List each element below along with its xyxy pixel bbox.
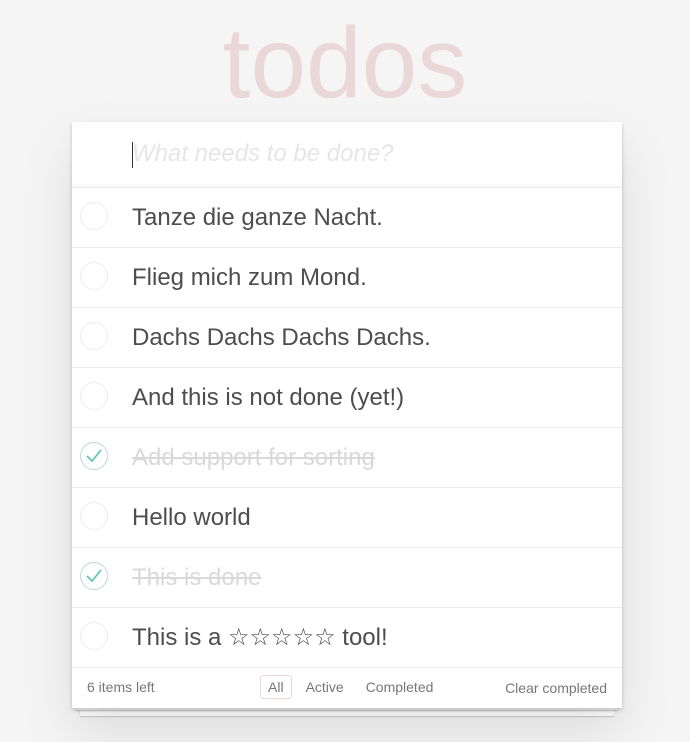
filter-completed[interactable]: Completed	[358, 675, 442, 699]
todo-item-completed: Add support for sorting	[72, 428, 622, 488]
todo-toggle-checkbox[interactable]	[80, 262, 108, 290]
todo-toggle-checkbox[interactable]	[80, 322, 108, 350]
app-title: todos	[222, 7, 468, 119]
todo-footer: 6 items left All Active Completed Clear …	[72, 668, 622, 708]
todo-label[interactable]: And this is not done (yet!)	[132, 384, 404, 412]
todo-label[interactable]: Flieg mich zum Mond.	[132, 264, 367, 292]
todo-item: Flieg mich zum Mond.	[72, 248, 622, 308]
new-todo-row	[72, 122, 622, 188]
todo-label[interactable]: Tanze die ganze Nacht.	[132, 204, 383, 232]
todo-app: Tanze die ganze Nacht. Flieg mich zum Mo…	[72, 122, 622, 708]
filter-tabs: All Active Completed	[257, 675, 444, 699]
todo-label[interactable]: Dachs Dachs Dachs Dachs.	[132, 324, 431, 352]
todo-item-completed: This is done	[72, 548, 622, 608]
todo-toggle-checkbox[interactable]	[80, 442, 108, 470]
todo-item: Hello world	[72, 488, 622, 548]
clear-completed-button[interactable]: Clear completed	[505, 680, 607, 696]
todo-item: This is a ☆☆☆☆☆ tool!	[72, 608, 622, 668]
todo-toggle-checkbox[interactable]	[80, 562, 108, 590]
todo-item: And this is not done (yet!)	[72, 368, 622, 428]
todo-item: Tanze die ganze Nacht.	[72, 188, 622, 248]
checkmark-icon	[86, 449, 102, 463]
new-todo-input[interactable]	[132, 138, 602, 170]
todo-label[interactable]: This is done	[132, 564, 261, 592]
filter-all[interactable]: All	[260, 675, 292, 699]
text-caret	[132, 142, 133, 168]
todo-toggle-checkbox[interactable]	[80, 502, 108, 530]
todo-label[interactable]: Add support for sorting	[132, 444, 375, 472]
todo-toggle-checkbox[interactable]	[80, 622, 108, 650]
filter-active[interactable]: Active	[298, 675, 352, 699]
items-left-count: 6 items left	[87, 679, 155, 695]
todo-list: Tanze die ganze Nacht. Flieg mich zum Mo…	[72, 188, 622, 668]
todo-toggle-checkbox[interactable]	[80, 202, 108, 230]
todo-item: Dachs Dachs Dachs Dachs.	[72, 308, 622, 368]
todo-toggle-checkbox[interactable]	[80, 382, 108, 410]
checkmark-icon	[86, 569, 102, 583]
todo-label[interactable]: Hello world	[132, 504, 251, 532]
todo-label[interactable]: This is a ☆☆☆☆☆ tool!	[132, 624, 388, 652]
